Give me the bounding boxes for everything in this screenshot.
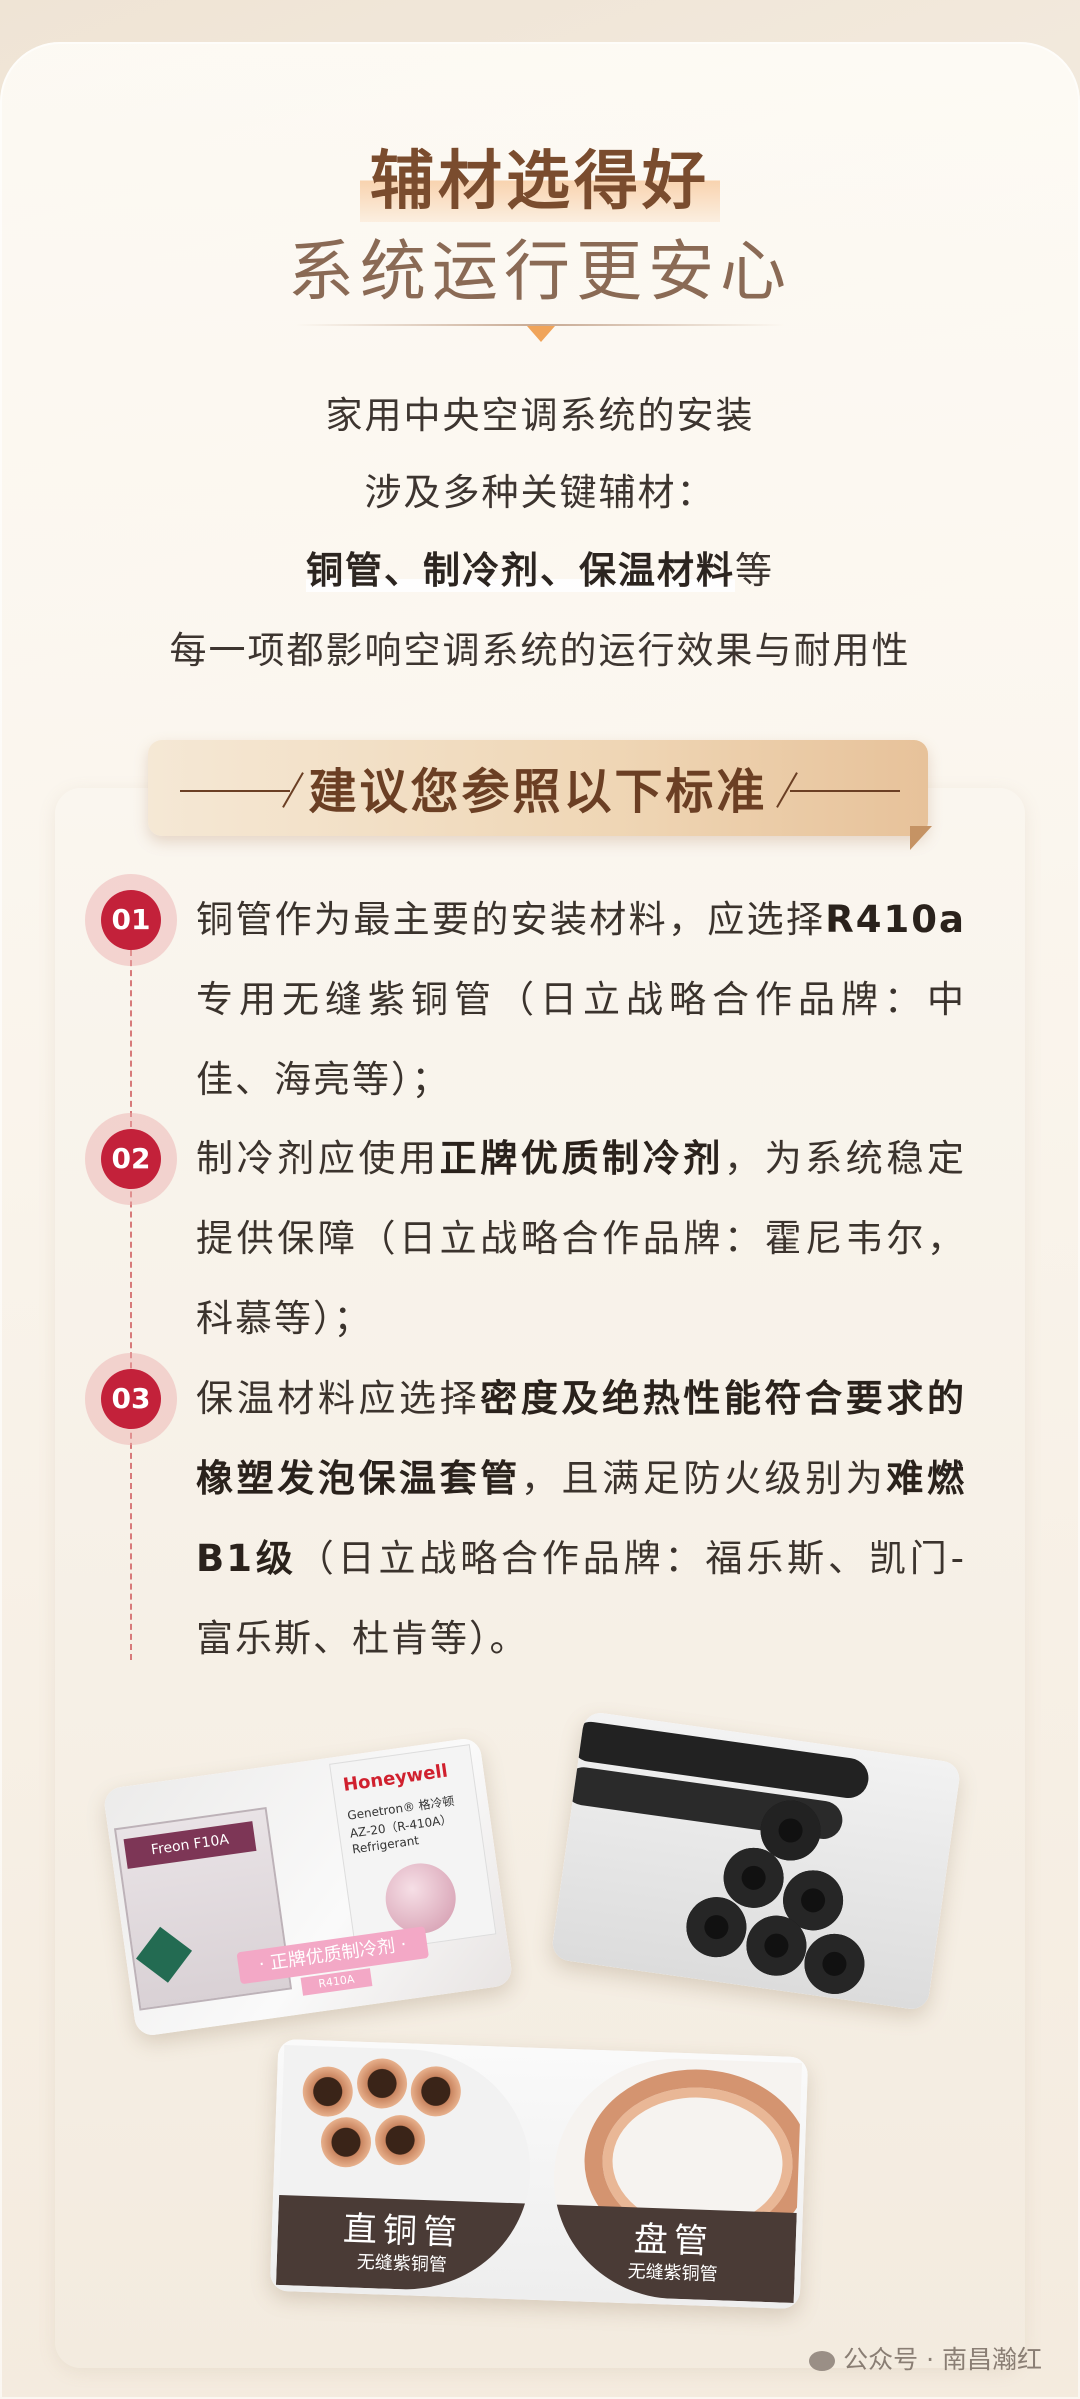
triangle-marker-icon	[527, 326, 555, 342]
intro-line-1: 家用中央空调系统的安装	[325, 394, 755, 437]
badge-03: 03	[85, 1353, 177, 1445]
pipe-end-icon	[301, 2065, 354, 2118]
straight-label-bg: 直铜管 无缝紫铜管	[275, 2194, 529, 2294]
coil-label-bg: 盘管 无缝紫铜管	[549, 2204, 797, 2303]
honeywell-cylinder-card: Honeywell Genetron® 格冷顿 AZ-20（R-410A） Re…	[329, 1744, 497, 1955]
intro-line-3: 铜管、制冷剂、保温材料等	[0, 540, 1080, 594]
badge-02: 02	[85, 1113, 177, 1205]
badge-01: 01	[85, 874, 177, 966]
intro-key-materials: 铜管、制冷剂、保温材料	[306, 549, 735, 592]
box-label: Freon F10A	[123, 1821, 257, 1869]
item-text: （日立战略合作品牌：福乐斯、凯门-富乐斯、杜肯等）。	[196, 1537, 966, 1660]
wechat-icon	[809, 2351, 836, 2371]
list-item: 铜管作为最主要的安装材料，应选择R410a 专用无缝紫铜管（日立战略合作品牌：中佳…	[196, 880, 966, 1120]
ribbon-title: 建议您参照以下标准	[308, 764, 768, 820]
intro-line-2: 涉及多种关键辅材：	[364, 471, 716, 514]
ribbon-fold	[910, 826, 932, 850]
item-text: 铜管作为最主要的安装材料，应选择	[196, 898, 826, 941]
watermark-text: 公众号 · 南昌瀚红	[843, 2345, 1042, 2374]
list-item: 保温材料应选择密度及绝热性能符合要求的橡塑发泡保温套管，且满足防火级别为难燃B1…	[196, 1359, 966, 1679]
brand-name: Honeywell	[341, 1760, 450, 1797]
page-title: 辅材选得好	[0, 130, 1080, 222]
page-subtitle: 系统运行更安心	[288, 233, 792, 310]
pipe-end-icon	[320, 2116, 372, 2169]
item-text: 保温材料应选择	[196, 1377, 481, 1420]
intro-line-4: 每一项都影响空调系统的运行效果与耐用性	[169, 629, 911, 672]
badge-number: 02	[101, 1129, 161, 1189]
item-text: ，且满足防火级别为	[520, 1457, 887, 1500]
refrigerant-photo: Freon F10A Honeywell Genetron® 格冷顿 AZ-20…	[102, 1736, 514, 2038]
intro-line-3-tail: 等	[735, 549, 774, 592]
pipe-end-icon	[374, 2114, 426, 2166]
badge-number: 01	[101, 890, 161, 950]
watermark: 公众号 · 南昌瀚红	[809, 2340, 1042, 2376]
item-text: 专用无缝紫铜管（日立战略合作品牌：中佳、海亮等）；	[196, 978, 966, 1101]
insulation-photo	[550, 1710, 962, 2012]
item-text: 制冷剂应使用	[196, 1137, 440, 1180]
list-item: 制冷剂应使用正牌优质制冷剂，为系统稳定提供保障（日立战略合作品牌：霍尼韦尔，科慕…	[196, 1119, 966, 1359]
item-bold: R410a	[825, 898, 966, 941]
timeline-line	[130, 940, 132, 1660]
warning-diamond-icon	[136, 1926, 193, 1983]
badge-number: 03	[101, 1369, 161, 1429]
copper-photo: 直铜管 无缝紫铜管 盘管 无缝紫铜管	[269, 2038, 809, 2310]
pipe-end-icon	[356, 2057, 408, 2110]
pipe-end-icon	[409, 2065, 462, 2118]
item-bold: 正牌优质制冷剂	[439, 1137, 724, 1180]
